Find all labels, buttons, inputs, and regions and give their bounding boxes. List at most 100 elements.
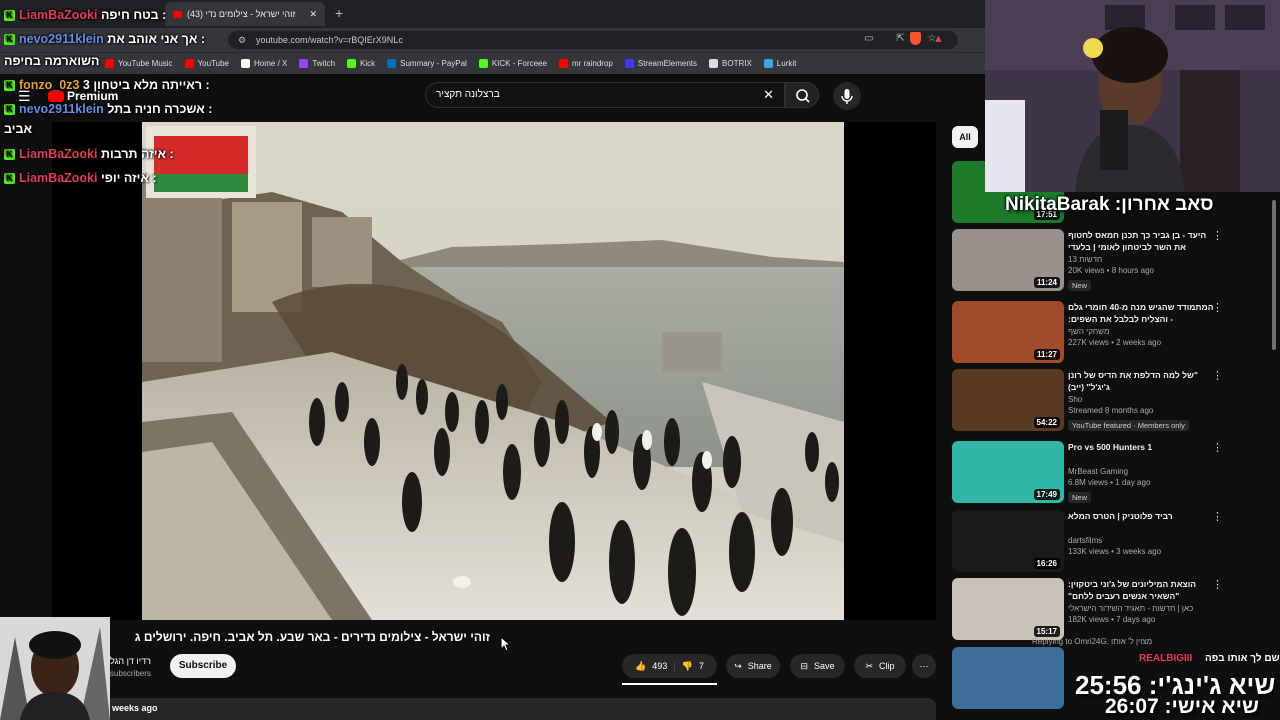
guest-avatar — [0, 617, 110, 720]
more-actions-button[interactable]: ⋯ — [912, 654, 936, 678]
bookmark-label: Kick — [360, 59, 376, 68]
bookmark-item[interactable]: Twitch — [299, 59, 335, 68]
channel-name[interactable]: כאן | חדשות - תאגיד השידור הישראלי — [1068, 604, 1216, 613]
video-title[interactable]: רביד פלוטניק | הטרס המלא — [1068, 510, 1216, 534]
more-options-icon[interactable]: ⋮ — [1212, 229, 1223, 242]
video-info: הוצאת המיליונים של ג'וני ביטקוין: "השאיר… — [1068, 578, 1216, 624]
bookmark-favicon-icon — [709, 59, 719, 68]
bookmark-favicon-icon — [105, 59, 114, 68]
video-frame[interactable] — [142, 122, 844, 620]
more-options-icon[interactable]: ⋮ — [1212, 301, 1223, 314]
bookmark-favicon-icon — [184, 59, 194, 68]
video-title[interactable]: 1 Pro vs 500 Hunters — [1068, 441, 1216, 465]
personal-record-timer: שיא אישי: 26:07 — [1105, 695, 1259, 718]
chat-username: nevo2911klein — [19, 102, 104, 116]
clear-search-icon[interactable]: ✕ — [763, 83, 774, 107]
filter-chip-all[interactable]: All — [952, 126, 978, 148]
video-title[interactable]: היעד - בן גביר כך תכנן חמאס לחטוף את השר… — [1068, 229, 1216, 253]
bookmark-item[interactable]: StreamElements — [624, 59, 697, 68]
recommended-video[interactable]: 54:22 "של למה הדלפת את הדיס של רונן ג'יג'… — [952, 369, 1272, 437]
more-options-icon[interactable]: ⋮ — [1212, 510, 1223, 523]
webcam-image — [985, 0, 1280, 192]
video-info: המתמודד שהגיש מנה מ-40 חומרי גלם - והצלי… — [1068, 301, 1216, 347]
chat-text: השוארמה בחיפה — [4, 54, 100, 68]
recommended-video[interactable]: 11:24 היעד - בן גביר כך תכנן חמאס לחטוף א… — [952, 229, 1272, 297]
chat-username: LiamBaZooki — [19, 147, 98, 161]
chat-message: Knevo2911klein אך אני אוהב את : — [4, 32, 205, 46]
bookmark-item[interactable]: Kick — [347, 59, 375, 68]
overlay-user: REALBIGIII — [1139, 653, 1193, 664]
video-thumbnail[interactable]: 11:27 — [952, 301, 1064, 363]
dislike-icon[interactable]: 👎 — [682, 661, 693, 672]
scissors-icon: ✂ — [865, 660, 874, 671]
clip-button[interactable]: ✂ Clip — [854, 654, 906, 678]
share-button[interactable]: ↪ Share — [726, 654, 780, 678]
more-options-icon[interactable]: ⋮ — [1212, 578, 1223, 591]
channel-name[interactable]: MrBeast Gaming — [1068, 467, 1216, 476]
video-thumbnail[interactable]: 54:22 — [952, 369, 1064, 431]
bookmark-item[interactable]: mr raindrop — [558, 59, 613, 68]
like-icon[interactable]: 👍 — [635, 661, 646, 672]
scrollbar[interactable] — [1272, 200, 1276, 350]
description-box[interactable]: weeks ago — [52, 698, 936, 720]
recommended-video[interactable]: 15:17 הוצאת המיליונים של ג'וני ביטקוין: "… — [952, 578, 1272, 646]
video-thumbnail[interactable]: 17:49 — [952, 441, 1064, 503]
recommended-video[interactable]: 16:26 רביד פלוטניק | הטרס המלא dartsfilms 1… — [952, 510, 1272, 578]
recommended-video[interactable]: 17:49 1 Pro vs 500 Hunters MrBeast Gaming 6… — [952, 441, 1272, 509]
tab-active[interactable]: (43) זוהי ישראל - צילומים נדי ✕ — [165, 2, 325, 26]
chat-text: בטח חיפה : — [100, 8, 167, 22]
video-badge: New — [1068, 280, 1092, 291]
duration-badge: 17:49 — [1033, 489, 1060, 500]
tab-close-icon[interactable]: ✕ — [309, 9, 317, 20]
reply-note: Replying to Omri24G: מצוין ל' אותו — [1032, 637, 1153, 646]
video-thumbnail[interactable]: 16:26 — [952, 510, 1064, 572]
more-options-icon[interactable]: ⋮ — [1212, 369, 1223, 382]
bookmark-item[interactable]: Home / X — [241, 59, 287, 68]
rewards-icon[interactable]: ▲ — [933, 33, 944, 45]
video-scene — [142, 122, 844, 620]
save-label: Save — [814, 661, 835, 671]
search-input[interactable]: ברצלונה תקציר ✕ — [425, 82, 785, 108]
like-underline — [622, 683, 717, 685]
subscribe-button[interactable]: Subscribe — [170, 654, 236, 678]
dislike-count: 7 — [698, 661, 704, 671]
channel-name[interactable]: חדשות 13 — [1068, 255, 1216, 264]
address-bar[interactable]: youtube.com/watch?v=rBQIErX9NLc — [228, 31, 958, 49]
recommended-video[interactable]: 11:27 המתמודד שהגיש מנה מ-40 חומרי גלם - … — [952, 301, 1272, 369]
video-title[interactable]: "של למה הדלפת את הדיס של רונן ג'יג'ל" (י… — [1068, 369, 1216, 393]
video-title[interactable]: המתמודד שהגיש מנה מ-40 חומרי גלם - והצלי… — [1068, 301, 1216, 325]
save-button[interactable]: ⊟ Save — [790, 654, 845, 678]
chat-text: אשכרה חניה בתל : — [107, 102, 213, 116]
search-button[interactable] — [785, 82, 819, 108]
avatar-image — [0, 617, 110, 720]
video-meta: 182K views • 7 days ago — [1068, 615, 1156, 624]
bookmark-item[interactable]: BOTRIX — [709, 59, 752, 68]
video-info: רביד פלוטניק | הטרס המלא dartsfilms 133K v… — [1068, 510, 1216, 556]
like-dislike-group[interactable]: 👍 493 | 👎 7 — [622, 654, 717, 678]
bookmark-item[interactable]: Lurkit — [763, 59, 796, 68]
video-thumbnail[interactable]: 15:17 — [952, 578, 1064, 640]
microphone-icon — [841, 89, 853, 104]
channel-name[interactable]: Sho — [1068, 395, 1216, 404]
site-info-icon[interactable]: ⚙ — [238, 35, 246, 46]
more-options-icon[interactable]: ⋮ — [1212, 441, 1223, 454]
bookmark-item[interactable]: YouTube — [184, 59, 229, 68]
chat-message: Knevo2911klein אשכרה חניה בתל : — [4, 102, 212, 116]
video-title[interactable]: הוצאת המיליונים של ג'וני ביטקוין: "השאיר… — [1068, 578, 1216, 602]
bookmark-item[interactable]: KICK - Forceee — [478, 59, 547, 68]
chat-text: איזה תרבות : — [100, 147, 174, 161]
bookmark-favicon-icon — [387, 59, 397, 68]
brave-shield-icon[interactable] — [910, 32, 921, 45]
channel-name[interactable]: dartsfilms — [1068, 536, 1216, 545]
channel-name[interactable]: משחקי השף — [1068, 327, 1216, 336]
kick-badge-icon: K — [4, 34, 15, 46]
bookmark-item[interactable]: YouTube Music — [105, 59, 173, 68]
channel-name[interactable]: רדיו דן הגל — [110, 656, 151, 666]
bookmark-item[interactable]: Summary - PayPal — [387, 59, 467, 68]
voice-search-button[interactable] — [833, 82, 861, 110]
video-info: "של למה הדלפת את הדיס של רונן ג'יג'ל" (י… — [1068, 369, 1216, 433]
video-thumbnail[interactable]: 11:24 — [952, 229, 1064, 291]
video-meta: 133K views • 3 weeks ago — [1068, 547, 1162, 556]
new-tab-button[interactable]: + — [335, 5, 343, 21]
bookmark-favicon-icon — [478, 59, 488, 68]
